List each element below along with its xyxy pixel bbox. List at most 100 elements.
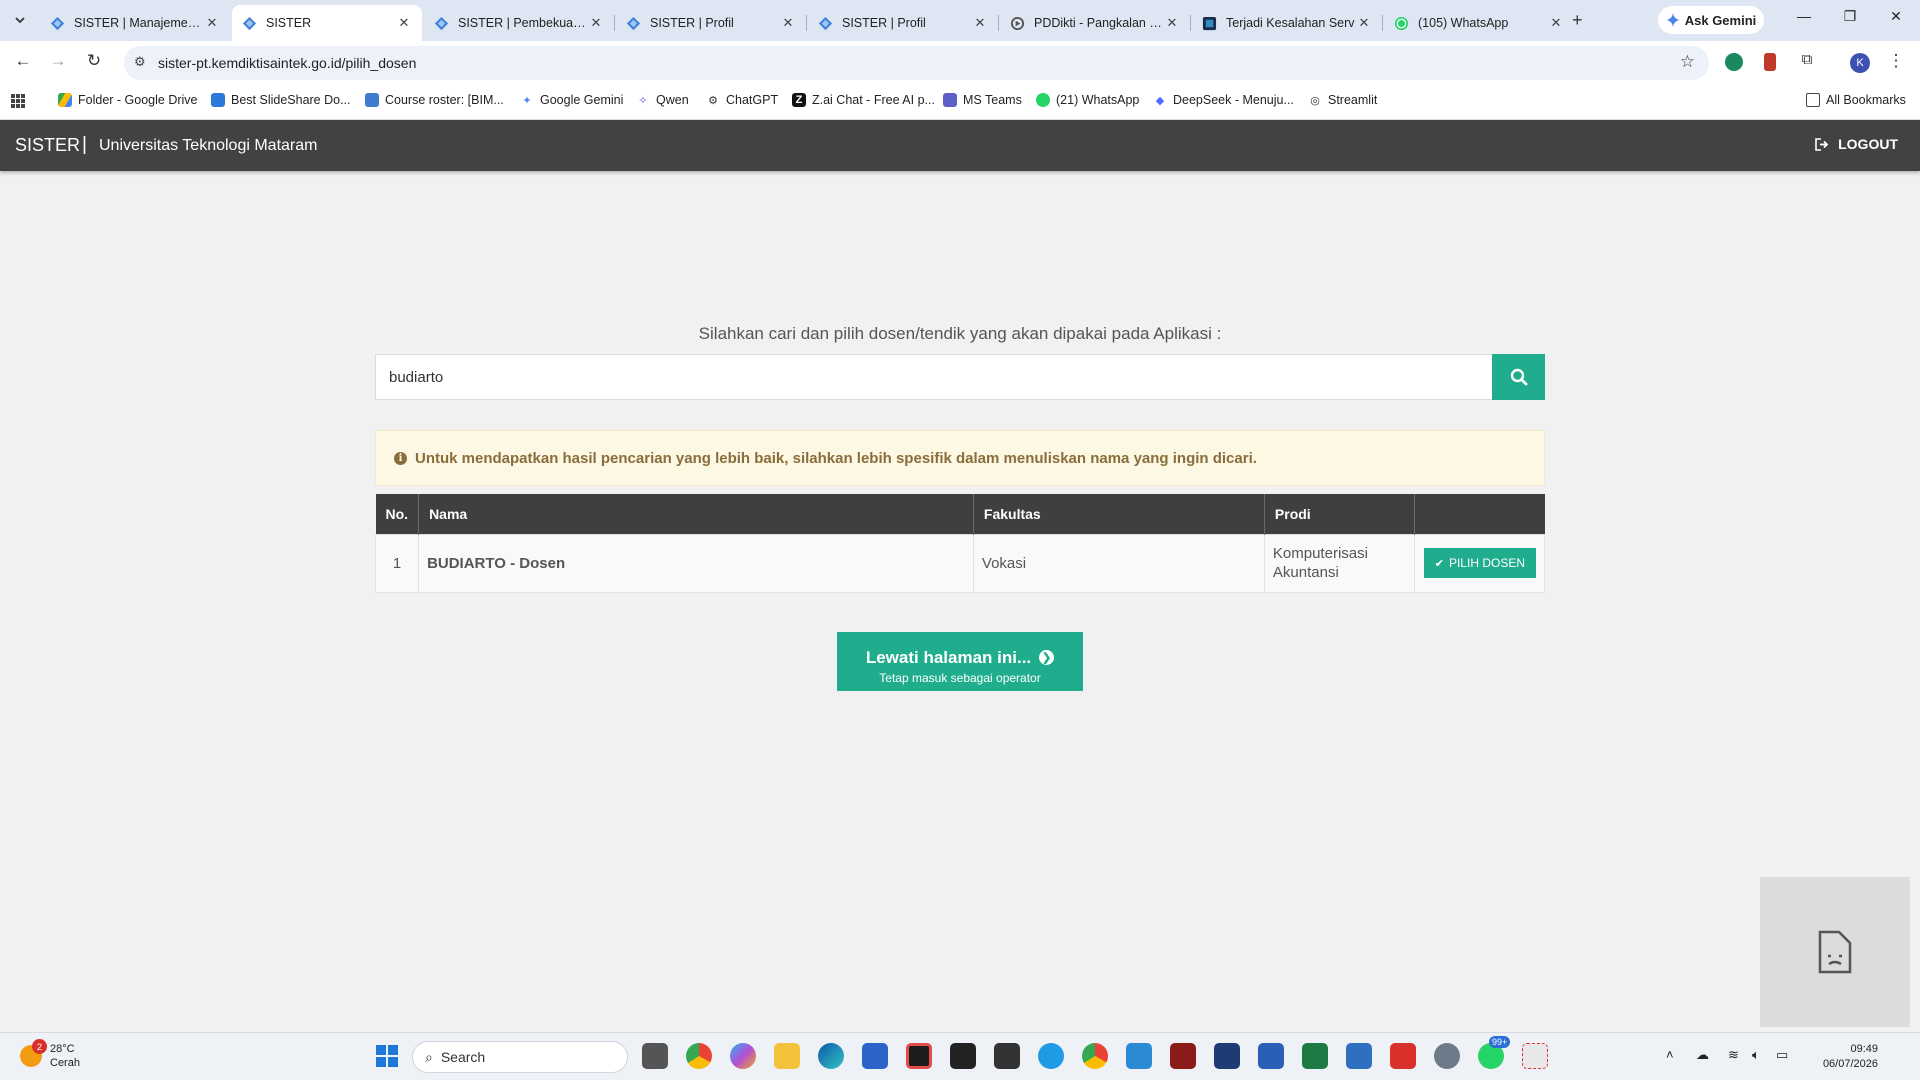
design-app-icon[interactable] [1214,1043,1240,1069]
bookmark-item[interactable]: MS Teams [943,93,1022,107]
minimize-icon[interactable]: — [1792,8,1816,24]
bookmark-star-icon[interactable]: ☆ [1680,52,1695,72]
system-clock[interactable]: 09:49 06/07/2026 [1808,1042,1878,1072]
tab-close-icon[interactable]: ✕ [204,15,220,31]
logout-button[interactable]: LOGOUT [1815,136,1898,152]
terminal-icon[interactable] [994,1043,1020,1069]
bookmark-item[interactable]: (21) WhatsApp [1036,93,1139,107]
volume-icon[interactable]: 🔈︎ [1752,1047,1760,1063]
weather-widget[interactable]: 2 28°C Cerah [20,1039,80,1070]
pdf-reader-icon[interactable] [1390,1043,1416,1069]
bookmark-item[interactable]: ✧ Qwen [636,93,688,107]
browser-tab[interactable]: SISTER | Manajemen_d ✕ [40,5,230,41]
chat-app-icon[interactable] [1038,1043,1064,1069]
winrar-icon[interactable] [1170,1043,1196,1069]
bookmark-item[interactable]: ⚙ ChatGPT [706,93,778,107]
row-fakultas: Vokasi [972,533,1265,593]
restore-icon[interactable]: ❐ [1838,8,1862,25]
tab-close-icon[interactable]: ✕ [1548,15,1564,31]
whatsapp-favicon-icon [1394,16,1409,30]
taskbar-search-label: Search [440,1049,486,1065]
bookmark-item[interactable]: ◎ Streamlit [1308,93,1377,107]
sister-favicon-icon [626,16,641,30]
chevron-right-circle-icon: ❯ [1039,650,1055,665]
brand-name[interactable]: SISTER [15,135,80,156]
edge-icon[interactable] [818,1043,844,1069]
extension-icon[interactable] [1725,53,1743,71]
excel-icon[interactable] [1302,1043,1328,1069]
forward-arrow-icon[interactable]: → [46,51,70,71]
ask-gemini-label: Ask Gemini [1684,12,1757,28]
settings-gear-icon[interactable] [1434,1043,1460,1069]
browser-menu-icon[interactable]: ⋮ [1884,51,1908,71]
whatsapp-icon[interactable]: 99+ [1478,1036,1511,1069]
notepad-icon[interactable] [1346,1043,1372,1069]
file-explorer-icon[interactable] [774,1043,800,1069]
column-header-action [1414,494,1545,534]
tab-close-icon[interactable]: ✕ [588,15,604,31]
browser-tab[interactable]: SISTER | Pembekuan_a ✕ [424,5,615,41]
word-icon[interactable] [1258,1043,1284,1069]
tab-close-icon[interactable]: ✕ [1164,15,1180,31]
search-input[interactable] [375,354,1493,400]
bookmark-item[interactable]: Z Z.ai Chat - Free AI p... [792,93,935,107]
skip-page-label: Lewati halaman ini... [865,647,1032,667]
sister-favicon-icon [242,16,257,30]
new-tab-button[interactable]: + [1572,10,1583,31]
ms-teams-icon [943,93,957,107]
bookmark-item[interactable]: Folder - Google Drive [58,93,198,107]
browser-tab[interactable]: Terjadi Kesalahan Serv ✕ [1192,5,1383,41]
tab-close-icon[interactable]: ✕ [396,15,412,31]
taskbar-search[interactable]: ⌕ Search [412,1041,628,1073]
sister-favicon-icon [818,16,833,30]
browser-tab[interactable]: (105) WhatsApp ✕ [1384,5,1574,41]
all-bookmarks-button[interactable]: All Bookmarks [1806,93,1906,107]
extension-icon[interactable] [1764,53,1776,71]
microsoft-store-icon[interactable] [862,1043,888,1069]
video-editor-icon[interactable] [950,1043,976,1069]
bookmark-label: Google Gemini [540,93,624,107]
url-text[interactable]: sister-pt.kemdiktisaintek.go.id/pilih_do… [158,55,416,71]
wifi-icon[interactable]: ≋ [1728,1047,1739,1063]
reload-icon[interactable]: ↻ [82,51,106,71]
chrome-icon[interactable] [686,1043,712,1069]
tab-search-button[interactable] [8,8,32,32]
window-close-icon[interactable]: ✕ [1884,8,1908,25]
site-info-icon[interactable]: ⚙ [134,54,146,70]
skip-page-button[interactable]: Lewati halaman ini... ❯ Tetap masuk seba… [837,632,1083,691]
task-view-icon[interactable] [642,1043,668,1069]
apps-grid-icon[interactable] [10,93,26,109]
browser-tab-active[interactable]: SISTER ✕ [232,5,422,41]
bookmark-item[interactable]: Best SlideShare Do... [211,93,351,107]
sticky-app-icon[interactable] [906,1043,932,1069]
windows-start-icon[interactable] [374,1043,400,1069]
pilih-dosen-button[interactable]: ✔ PILIH DOSEN [1423,548,1536,578]
tab-close-icon[interactable]: ✕ [972,15,988,31]
tab-close-icon[interactable]: ✕ [1356,15,1372,31]
snipping-tool-icon[interactable] [1522,1043,1548,1069]
column-header-no: No. [375,494,420,534]
bookmark-item[interactable]: ◆ DeepSeek - Menuju... [1153,93,1294,107]
row-prodi: Komputerisasi Akuntansi [1263,533,1415,593]
column-header-nama: Nama [418,494,974,534]
back-arrow-icon[interactable]: ← [11,51,35,71]
copilot-icon[interactable] [730,1043,756,1069]
browser-tab[interactable]: PDDikti - Pangkalan Da ✕ [1000,5,1191,41]
browser-tab[interactable]: SISTER | Profil ✕ [808,5,999,41]
tab-close-icon[interactable]: ✕ [780,15,796,31]
show-hidden-icons-chevron-icon[interactable]: ˄ [1666,1047,1674,1062]
browser-tab[interactable]: SISTER | Profil ✕ [616,5,807,41]
address-bar[interactable]: ⚙ sister-pt.kemdiktisaintek.go.id/pilih_… [124,46,1709,80]
ask-gemini-button[interactable]: Ask Gemini [1658,6,1764,34]
battery-icon[interactable]: ▭ [1776,1047,1788,1063]
pddikti-favicon-icon [1010,16,1025,30]
check-icon: ✔ [1434,557,1444,570]
profile-avatar-icon[interactable]: K [1850,53,1870,73]
bookmark-item[interactable]: ✦ Google Gemini [520,93,623,107]
vscode-icon[interactable] [1126,1043,1152,1069]
bookmark-item[interactable]: Course roster: [BIM... [365,93,504,107]
chrome-profile-icon[interactable] [1082,1043,1108,1069]
onedrive-icon[interactable]: ☁ [1696,1047,1709,1063]
extensions-puzzle-icon[interactable]: ⧉ [1795,51,1819,68]
search-button[interactable] [1492,354,1545,400]
